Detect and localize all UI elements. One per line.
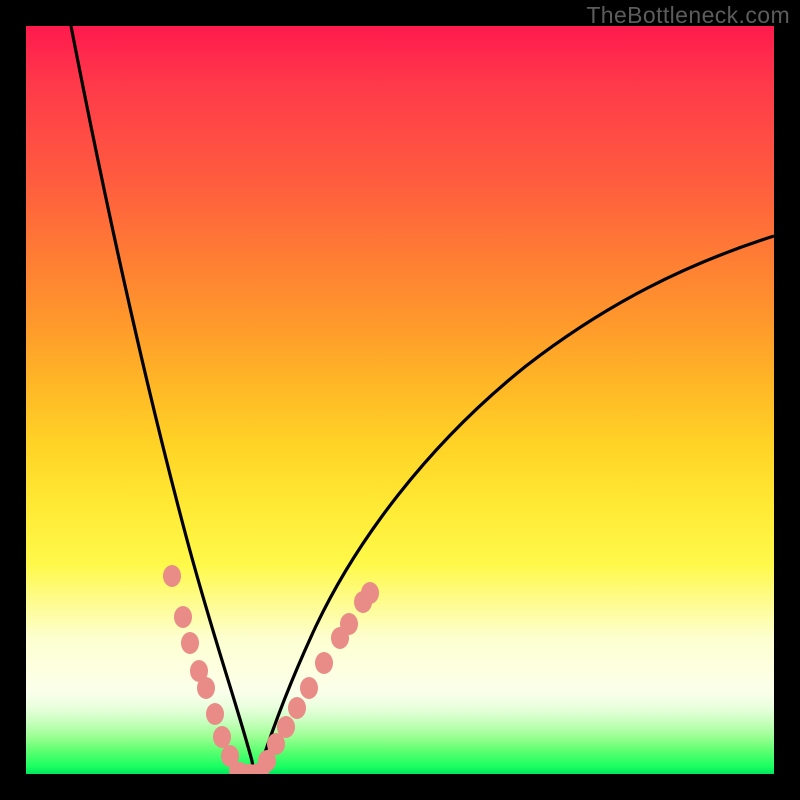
marker-dot	[288, 697, 306, 719]
marker-dot	[163, 565, 181, 587]
watermark-text: TheBottleneck.com	[586, 2, 790, 29]
marker-dot	[174, 606, 192, 628]
marker-dot	[340, 613, 358, 635]
marker-dot	[206, 703, 224, 725]
left-curve	[71, 26, 254, 774]
marker-dot	[361, 582, 379, 604]
chart-svg	[26, 26, 774, 774]
marker-dot	[197, 677, 215, 699]
marker-dot	[277, 716, 295, 738]
chart-frame	[26, 26, 774, 774]
marker-dot	[213, 726, 231, 748]
marker-group	[163, 565, 379, 774]
marker-dot	[315, 652, 333, 674]
marker-dot	[181, 632, 199, 654]
marker-dot	[300, 677, 318, 699]
right-curve	[258, 236, 774, 774]
